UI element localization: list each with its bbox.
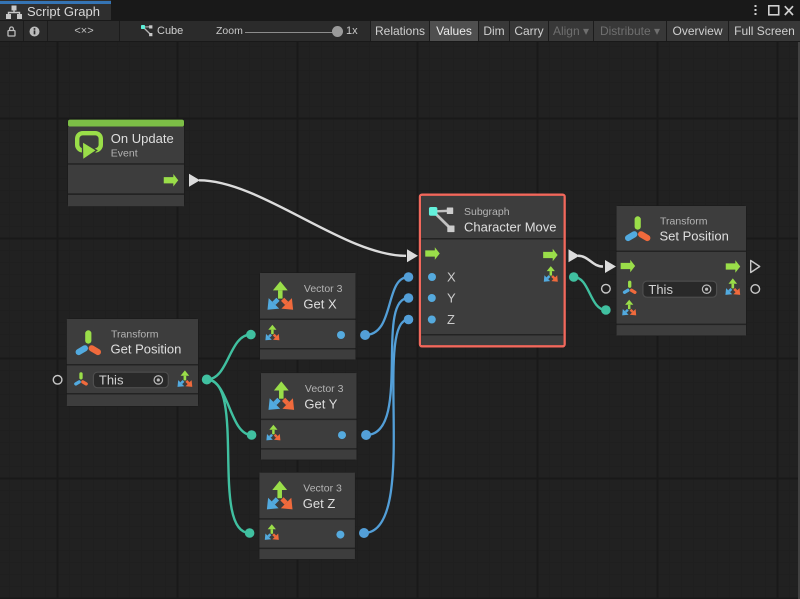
svg-text:Character Move: Character Move [464, 219, 556, 234]
svg-text:Subgraph: Subgraph [464, 206, 510, 218]
svg-text:X: X [447, 270, 456, 285]
svg-text:Z: Z [447, 312, 455, 327]
svg-text:Get X: Get X [303, 296, 337, 311]
svg-text:Transform: Transform [111, 329, 159, 341]
svg-text:Vector 3: Vector 3 [305, 383, 344, 395]
svg-text:Vector 3: Vector 3 [304, 283, 343, 295]
svg-text:Get Z: Get Z [303, 496, 336, 511]
svg-text:Event: Event [111, 148, 138, 160]
svg-text:Transform: Transform [660, 216, 708, 228]
svg-text:Y: Y [447, 291, 456, 306]
svg-text:On Update: On Update [111, 131, 174, 146]
svg-text:Vector 3: Vector 3 [303, 483, 342, 495]
svg-text:Get Position: Get Position [111, 341, 182, 356]
svg-text:Get Y: Get Y [304, 396, 337, 411]
svg-text:This: This [648, 282, 673, 297]
svg-text:Set Position: Set Position [660, 228, 729, 243]
svg-text:This: This [99, 373, 124, 388]
